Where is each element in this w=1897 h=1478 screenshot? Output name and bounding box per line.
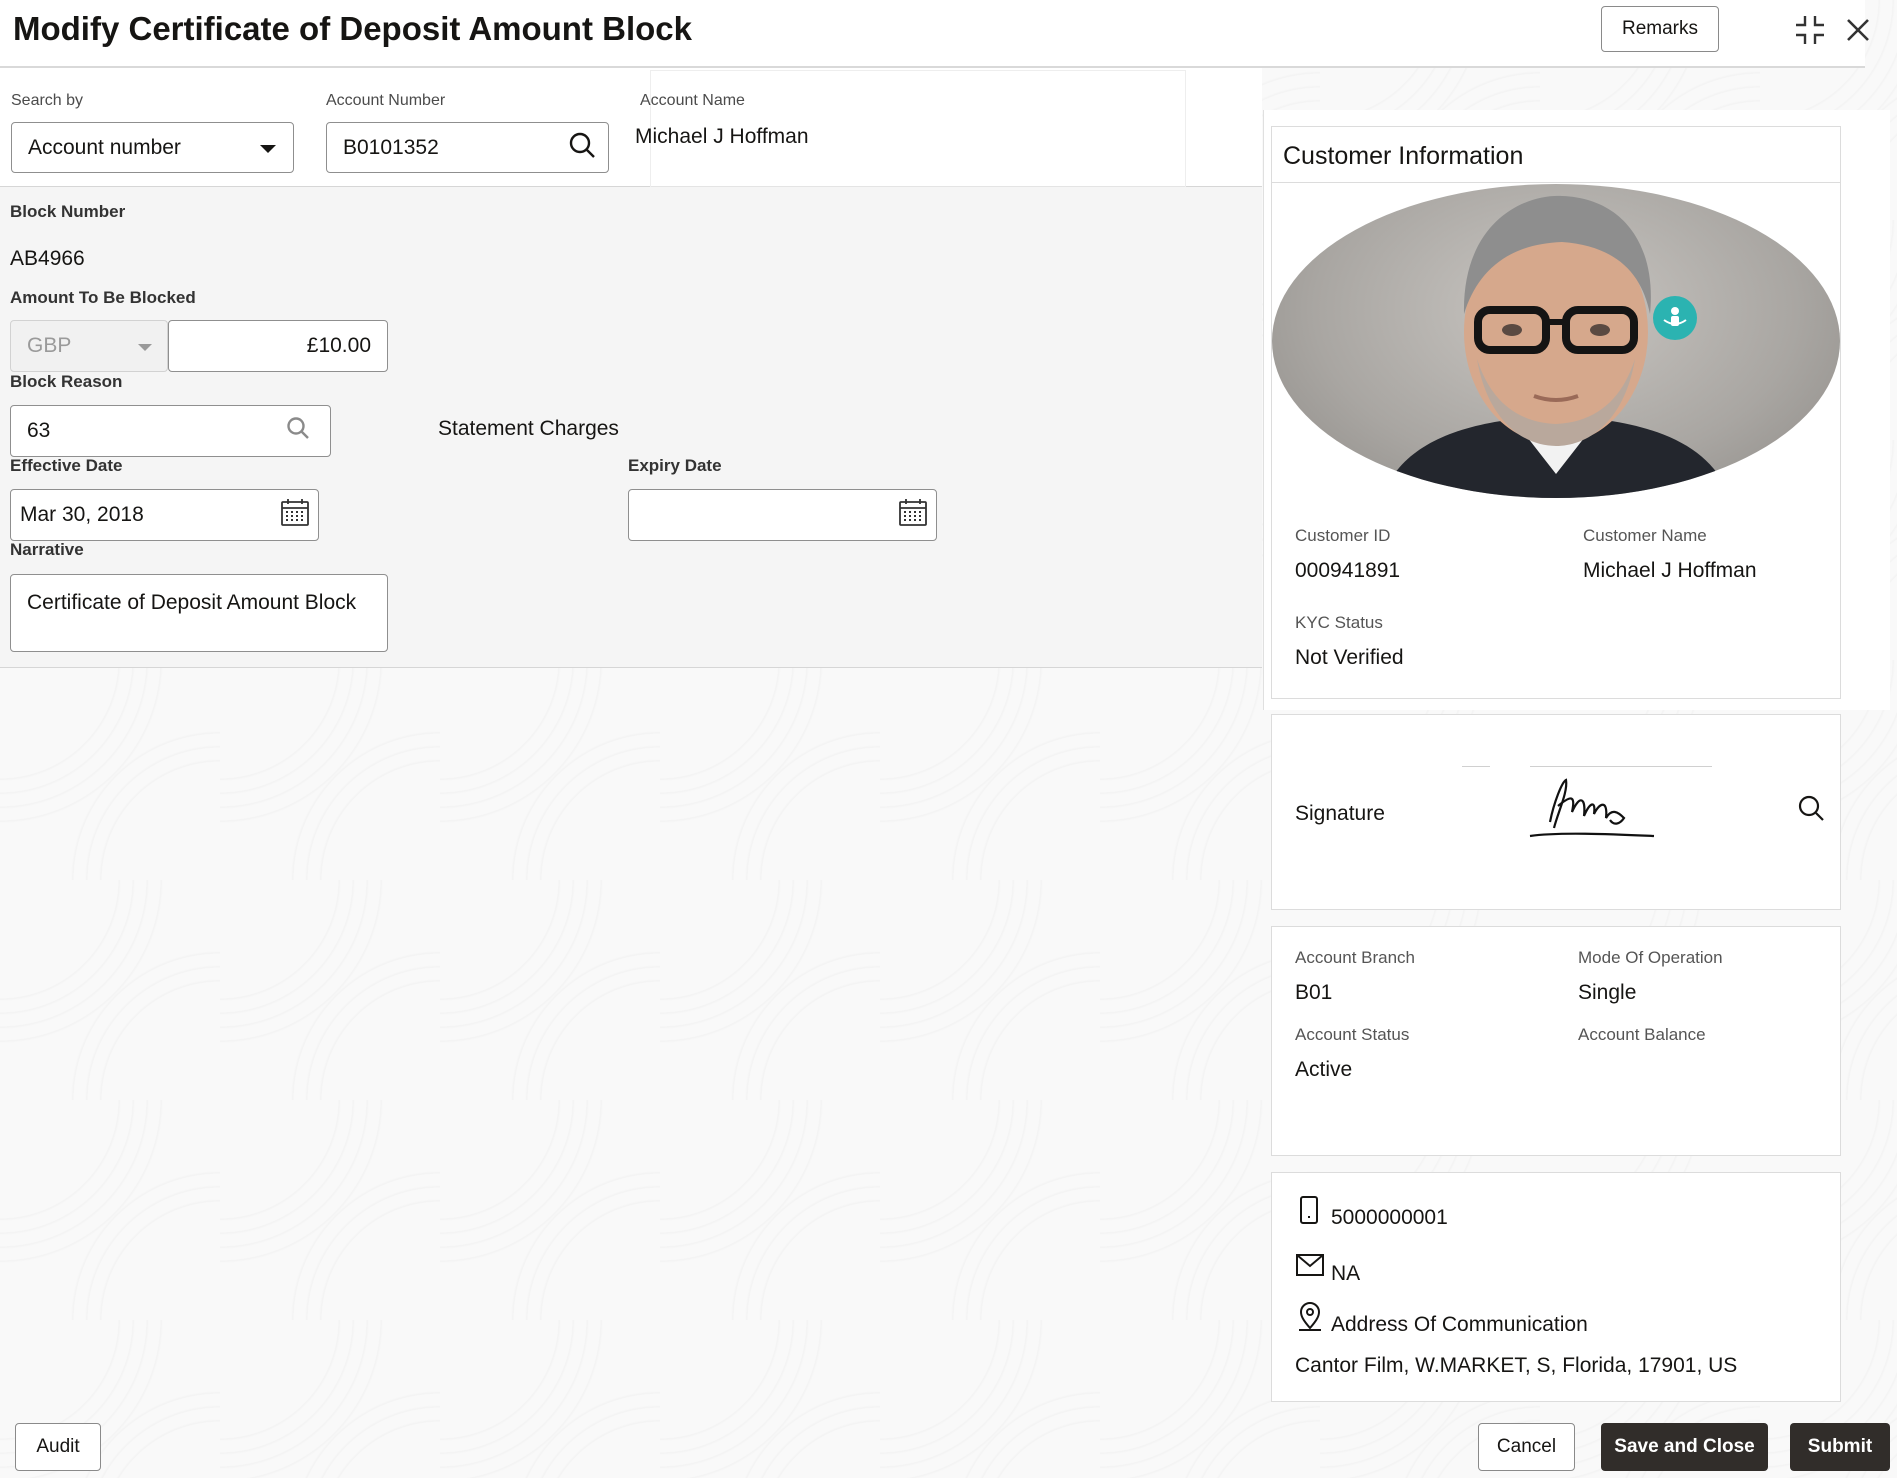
phone-icon: [1297, 1195, 1321, 1230]
divider: [1530, 766, 1712, 767]
kyc-status-label: KYC Status: [1295, 613, 1383, 632]
search-by-label: Search by: [11, 92, 84, 109]
customer-photo: [1272, 184, 1840, 498]
expiry-date-input[interactable]: [628, 489, 937, 541]
narrative-label: Narrative: [10, 540, 84, 559]
amount-value: £10.00: [306, 334, 371, 357]
calendar-icon[interactable]: [898, 497, 936, 533]
page-title: Modify Certificate of Deposit Amount Blo…: [13, 10, 692, 47]
save-and-close-button[interactable]: Save and Close: [1601, 1423, 1768, 1471]
customer-id-value: 000941891: [1295, 559, 1401, 582]
account-branch-label: Account Branch: [1295, 948, 1416, 967]
account-status-label: Account Status: [1295, 1025, 1410, 1044]
effective-date-label: Effective Date: [10, 456, 123, 475]
mail-icon: [1295, 1252, 1325, 1283]
address-label: Address Of Communication: [1331, 1313, 1588, 1336]
search-icon[interactable]: [568, 131, 608, 165]
customer-info-title: Customer Information: [1283, 142, 1524, 170]
customer-name-label: Customer Name: [1583, 526, 1707, 545]
effective-date-input[interactable]: Mar 30, 2018: [10, 489, 319, 541]
block-reason-description: Statement Charges: [438, 417, 619, 440]
calendar-icon[interactable]: [280, 497, 318, 533]
kyc-status-value: Not Verified: [1295, 646, 1404, 669]
amount-label: Amount To Be Blocked: [10, 288, 196, 307]
block-number-label: Block Number: [10, 202, 126, 221]
expiry-date-label: Expiry Date: [628, 456, 722, 475]
dropdown-arrow-icon: [137, 334, 167, 358]
account-name-label: Account Name: [640, 92, 745, 109]
email-value: NA: [1331, 1262, 1361, 1285]
collapse-icon[interactable]: [1792, 12, 1828, 48]
currency-value: GBP: [27, 334, 72, 357]
customer-name-value: Michael J Hoffman: [1583, 559, 1757, 582]
audit-button[interactable]: Audit: [15, 1423, 101, 1471]
account-branch-value: B01: [1295, 981, 1333, 1004]
dropdown-arrow-icon: [259, 136, 293, 160]
effective-date-value: Mar 30, 2018: [20, 503, 144, 526]
cancel-button[interactable]: Cancel: [1478, 1423, 1575, 1471]
signature-label: Signature: [1295, 802, 1385, 825]
remarks-button[interactable]: Remarks: [1601, 6, 1719, 52]
phone-value: 5000000001: [1331, 1206, 1448, 1229]
search-icon[interactable]: [286, 416, 330, 446]
account-status-value: Active: [1295, 1058, 1353, 1081]
amount-input[interactable]: £10.00: [168, 320, 388, 372]
customer-id-label: Customer ID: [1295, 526, 1391, 545]
account-number-input[interactable]: B0101352: [326, 122, 609, 173]
account-name-value: Michael J Hoffman: [635, 125, 809, 148]
account-number-value: B0101352: [343, 135, 439, 159]
person-badge-icon[interactable]: [1653, 296, 1697, 340]
search-icon[interactable]: [1797, 794, 1825, 827]
account-balance-label: Account Balance: [1578, 1025, 1706, 1044]
search-by-value: Account number: [28, 135, 181, 159]
search-by-select[interactable]: Account number: [11, 122, 294, 173]
block-number-value: AB4966: [10, 247, 85, 270]
submit-button[interactable]: Submit: [1790, 1423, 1890, 1471]
signature-image: [1528, 772, 1658, 842]
location-icon: [1297, 1302, 1323, 1337]
address-value: Cantor Film, W.MARKET, S, Florida, 17901…: [1295, 1354, 1738, 1377]
block-reason-label: Block Reason: [10, 372, 123, 391]
divider: [1271, 182, 1841, 183]
account-number-label: Account Number: [326, 92, 446, 109]
mode-of-operation-value: Single: [1578, 981, 1637, 1004]
narrative-textarea[interactable]: Certificate of Deposit Amount Block: [10, 574, 388, 652]
block-reason-value: 63: [27, 419, 51, 442]
divider: [1462, 766, 1490, 767]
narrative-value: Certificate of Deposit Amount Block: [27, 591, 357, 614]
block-reason-input[interactable]: 63: [10, 405, 331, 457]
close-icon[interactable]: [1840, 12, 1876, 48]
currency-select: GBP: [10, 320, 168, 372]
mode-of-operation-label: Mode Of Operation: [1578, 948, 1723, 967]
